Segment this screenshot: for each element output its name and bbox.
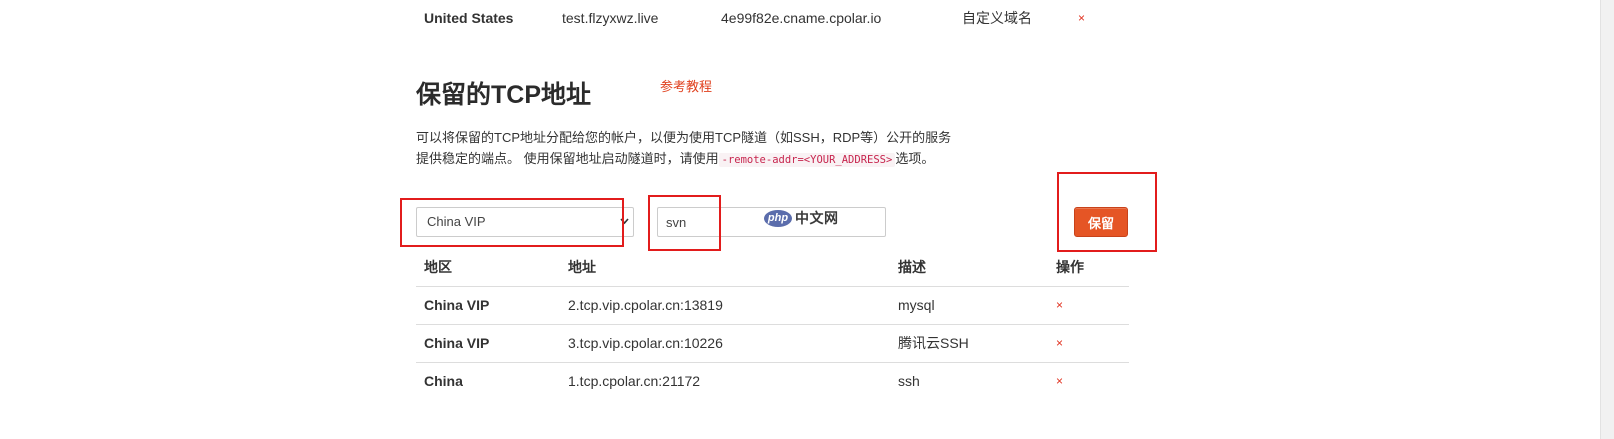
table-header: 地区 地址 描述 操作 xyxy=(416,249,1129,287)
description-line-2: 提供稳定的端点。 使用保留地址启动隧道时，请使用 -remote-addr=<YO… xyxy=(416,148,1016,171)
row-region: China xyxy=(424,373,463,389)
row-address: 1.tcp.cpolar.cn:21172 xyxy=(568,373,701,389)
region-select[interactable]: China VIP xyxy=(416,207,634,237)
row-domain: test.flzyxwz.live xyxy=(562,10,659,26)
row-address: 3.tcp.vip.cpolar.cn:10226 xyxy=(568,335,723,351)
tutorial-link[interactable]: 参考教程 xyxy=(660,78,712,96)
row-region: China VIP xyxy=(424,297,490,313)
row-address: 2.tcp.vip.cpolar.cn:13819 xyxy=(568,297,723,313)
row-region: China VIP xyxy=(424,335,490,351)
tcp-address-table: 地区 地址 描述 操作 China VIP 2.tcp.vip.cpolar.c… xyxy=(416,249,1129,400)
section-description: 可以将保留的TCP地址分配给您的帐户，以便为使用TCP隧道（如SSH，RDP等）… xyxy=(416,127,1016,171)
watermark-text: 中文网 xyxy=(795,210,839,226)
header-region: 地区 xyxy=(424,259,452,275)
row-description: 腾讯云SSH xyxy=(898,335,969,351)
row-cname: 4e99f82e.cname.cpolar.io xyxy=(721,10,882,26)
description-prefix: 提供稳定的端点。 使用保留地址启动隧道时，请使用 xyxy=(416,151,719,166)
header-action: 操作 xyxy=(1056,259,1084,275)
remote-addr-code: -remote-addr=<YOUR_ADDRESS> xyxy=(718,153,896,167)
row-type: 自定义域名 xyxy=(962,10,1032,26)
delete-icon[interactable]: × xyxy=(1056,287,1063,323)
header-address: 地址 xyxy=(568,259,596,275)
php-logo: php xyxy=(764,209,792,227)
chevron-down-icon xyxy=(620,208,629,247)
table-row: China VIP 3.tcp.vip.cpolar.cn:10226 腾讯云S… xyxy=(416,325,1129,363)
region-select-value: China VIP xyxy=(427,214,486,229)
delete-icon[interactable]: × xyxy=(1056,325,1063,361)
section-title: 保留的TCP地址 xyxy=(416,81,592,109)
page: United States test.flzyxwz.live 4e99f82e… xyxy=(0,0,1614,439)
custom-domain-row: United States test.flzyxwz.live 4e99f82e… xyxy=(0,8,1200,30)
watermark: php 中文网 xyxy=(764,209,839,227)
table-row: China VIP 2.tcp.vip.cpolar.cn:13819 mysq… xyxy=(416,287,1129,325)
reserve-button[interactable]: 保留 xyxy=(1074,207,1128,237)
delete-icon[interactable]: × xyxy=(1078,8,1085,28)
row-description: ssh xyxy=(898,373,920,389)
table-row: China 1.tcp.cpolar.cn:21172 ssh × xyxy=(416,363,1129,400)
delete-icon[interactable]: × xyxy=(1056,363,1063,399)
description-suffix: 选项。 xyxy=(895,151,935,166)
description-line-1: 可以将保留的TCP地址分配给您的帐户，以便为使用TCP隧道（如SSH，RDP等）… xyxy=(416,130,952,145)
row-region: United States xyxy=(424,10,514,26)
vertical-scrollbar[interactable] xyxy=(1600,0,1614,439)
row-description: mysql xyxy=(898,297,935,313)
header-description: 描述 xyxy=(898,259,926,275)
